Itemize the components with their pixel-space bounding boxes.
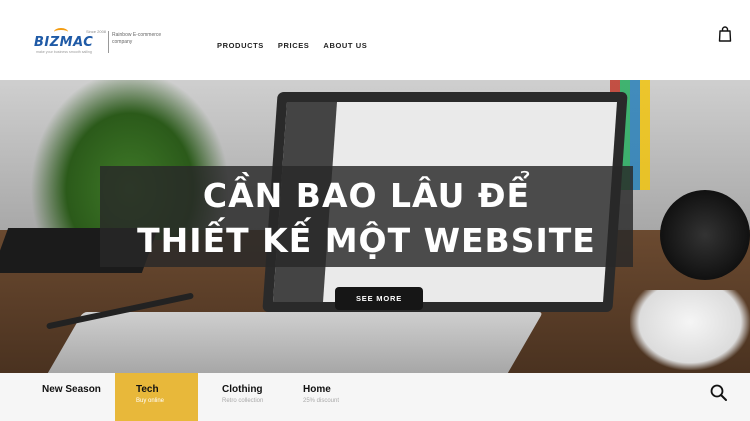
- tab-subtitle: 25% discount: [303, 398, 340, 404]
- tab-title: Home: [303, 384, 331, 395]
- tab-subtitle: Buy online: [136, 398, 165, 404]
- tab-subtitle: Retro collection: [222, 398, 264, 404]
- tab-clothing[interactable]: Clothing Retro collection: [198, 373, 281, 421]
- search-icon[interactable]: [709, 383, 729, 403]
- brand-logo[interactable]: Since 2008 BIZMAC make your business smo…: [34, 28, 161, 58]
- tab-title: Tech: [136, 384, 159, 395]
- tab-tech[interactable]: Tech Buy online: [115, 373, 198, 421]
- hero-headline-line2: THIẾT KẾ MỘT WEBSITE: [137, 221, 596, 260]
- nav-about-us[interactable]: ABOUT US: [323, 41, 367, 50]
- nav-prices[interactable]: PRICES: [278, 41, 310, 50]
- logo-wordmark: BIZMAC: [34, 35, 94, 50]
- main-nav: PRODUCTS PRICES ABOUT US: [217, 41, 381, 50]
- category-tab-bar: New Season Tech Buy online Clothing Retr…: [0, 373, 750, 421]
- shopping-bag-icon[interactable]: [718, 26, 732, 42]
- site-header: Since 2008 BIZMAC make your business smo…: [0, 0, 750, 80]
- hero-coffee-cup-image: [630, 290, 750, 370]
- hero-laptop-keyboard-image: [36, 312, 544, 373]
- hero-headphones-image: [660, 190, 750, 280]
- logo-divider: [108, 31, 109, 53]
- see-more-button[interactable]: SEE MORE: [335, 287, 423, 310]
- tab-title: New Season: [42, 384, 101, 395]
- logo-company-line: Rainbow E-commerce company: [112, 32, 162, 45]
- nav-products[interactable]: PRODUCTS: [217, 41, 264, 50]
- tab-new-season[interactable]: New Season: [0, 373, 115, 421]
- logo-slogan: make your business smooth sailing: [36, 50, 92, 54]
- logo-since: Since 2008: [86, 29, 107, 34]
- hero-headline-line1: CẦN BAO LÂU ĐỂ: [202, 176, 531, 215]
- tab-home[interactable]: Home 25% discount: [281, 373, 371, 421]
- hero-headline: CẦN BAO LÂU ĐỂ THIẾT KẾ MỘT WEBSITE: [100, 166, 633, 267]
- tab-title: Clothing: [222, 384, 263, 395]
